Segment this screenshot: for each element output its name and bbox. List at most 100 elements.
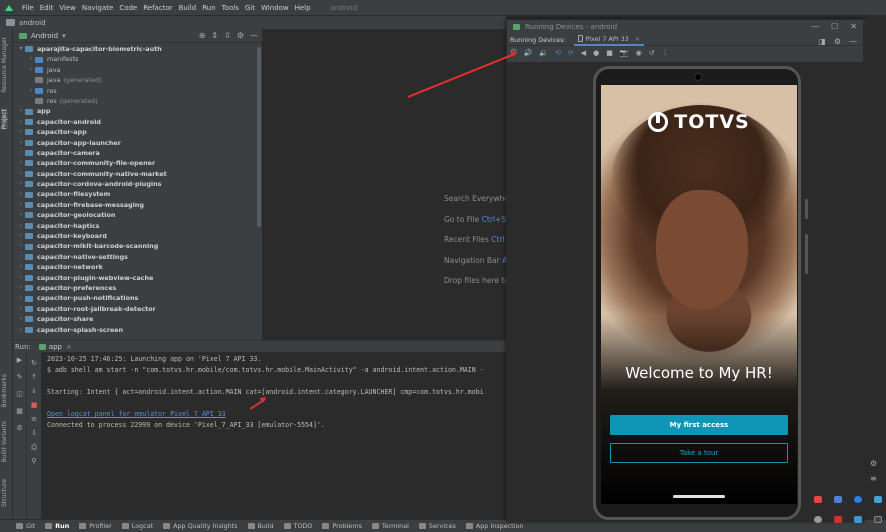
chevron-right-icon[interactable]: ›: [17, 241, 25, 251]
arrow-up-icon[interactable]: ↑: [30, 374, 38, 381]
tree-item[interactable]: › capacitor-community-file-opener: [13, 158, 262, 168]
app-screen[interactable]: TOTVS Welcome to My HR! My first access …: [601, 85, 797, 504]
tree-item[interactable]: › capacitor-network: [13, 262, 262, 272]
tree-item[interactable]: java (generated): [13, 75, 262, 85]
menu-lines-icon[interactable]: ≡: [870, 474, 877, 483]
chevron-right-icon[interactable]: ›: [17, 127, 25, 137]
tree-item[interactable]: › capacitor-haptics: [13, 221, 262, 231]
layout-icon[interactable]: ◨: [818, 37, 826, 46]
project-view-selector[interactable]: Android: [31, 32, 58, 40]
tree-item[interactable]: › manifests: [13, 54, 262, 64]
take-tour-button[interactable]: Take a tour: [610, 443, 788, 463]
rerun-icon[interactable]: ↻: [30, 360, 38, 367]
soft-wrap-icon[interactable]: ≡: [30, 416, 38, 423]
run-console[interactable]: 2023-10-25 17:46:25: Launching app on 'P…: [41, 352, 506, 519]
tool-window-logcat[interactable]: Logcat: [121, 522, 153, 530]
chevron-right-icon[interactable]: ›: [17, 210, 25, 220]
menu-help[interactable]: Help: [295, 4, 311, 12]
chevron-down-icon[interactable]: ▾: [62, 32, 66, 40]
pin-icon[interactable]: ⚲: [30, 458, 38, 465]
chevron-right-icon[interactable]: ›: [17, 221, 25, 231]
tool-window-todo[interactable]: TODO: [283, 522, 312, 530]
tray-app-icon[interactable]: [834, 516, 842, 523]
device-tab-pixel-7[interactable]: Pixel 7 API 33 ×: [573, 34, 645, 46]
tree-item[interactable]: › capacitor-share: [13, 314, 262, 324]
chevron-right-icon[interactable]: ›: [17, 252, 25, 262]
gear-icon[interactable]: ⚙: [237, 31, 244, 40]
chevron-right-icon[interactable]: ›: [17, 304, 25, 314]
scroll-end-icon[interactable]: ⇩: [30, 430, 38, 437]
run-tab-app[interactable]: app ×: [38, 343, 72, 351]
wrench-icon[interactable]: ✎: [13, 373, 26, 381]
rotate-right-icon[interactable]: ⟳: [568, 49, 574, 57]
chevron-right-icon[interactable]: ›: [17, 148, 25, 158]
tool-window-terminal[interactable]: Terminal: [371, 522, 409, 530]
chevron-right-icon[interactable]: ›: [17, 189, 25, 199]
chevron-right-icon[interactable]: ›: [17, 273, 25, 283]
tool-window-app-quality-insights[interactable]: App Quality Insights: [163, 522, 238, 530]
volume-up-icon[interactable]: 🔊: [524, 49, 533, 57]
print-icon[interactable]: ⎙: [30, 444, 38, 451]
layout-icon[interactable]: ▦: [13, 407, 26, 415]
chevron-right-icon[interactable]: ›: [17, 325, 25, 335]
tree-item[interactable]: › capacitor-app: [13, 127, 262, 137]
history-icon[interactable]: ↺: [649, 49, 655, 57]
gesture-nav-bar[interactable]: [673, 495, 725, 498]
chevron-right-icon[interactable]: ›: [17, 283, 25, 293]
tray-app-icon[interactable]: [854, 516, 862, 523]
chevron-right-icon[interactable]: ›: [17, 158, 25, 168]
chevron-right-icon[interactable]: ›: [17, 293, 25, 303]
phone-side-button[interactable]: [805, 199, 808, 219]
tree-item[interactable]: › app: [13, 106, 262, 116]
expand-all-icon[interactable]: ⇳: [224, 31, 231, 40]
phone-volume-button[interactable]: [805, 234, 808, 274]
home-icon[interactable]: ●: [593, 49, 599, 57]
tree-item[interactable]: › capacitor-native-settings: [13, 252, 262, 262]
volume-down-icon[interactable]: 🔉: [539, 49, 548, 57]
gear-icon[interactable]: ⚙: [834, 37, 841, 46]
chevron-right-icon[interactable]: ›: [17, 314, 25, 324]
tree-item[interactable]: › capacitor-app-launcher: [13, 138, 262, 148]
tool-window-git[interactable]: Git: [16, 522, 35, 530]
gear-icon[interactable]: ⚙: [13, 424, 26, 432]
screen-record-icon[interactable]: ◉: [636, 49, 642, 57]
rotate-left-icon[interactable]: ⟲: [555, 49, 561, 57]
camera-icon[interactable]: ◫: [13, 390, 26, 398]
target-icon[interactable]: ⊕: [199, 31, 206, 40]
tree-item[interactable]: › capacitor-android: [13, 117, 262, 127]
chevron-right-icon[interactable]: ›: [17, 117, 25, 127]
tree-item[interactable]: › capacitor-splash-screen: [13, 325, 262, 335]
tray-app-icon[interactable]: [814, 496, 822, 503]
tree-item[interactable]: ▾ aparajita-capacitor-biometric-auth: [13, 44, 262, 54]
chevron-right-icon[interactable]: ›: [17, 262, 25, 272]
tool-window-build[interactable]: Build: [247, 522, 274, 530]
menu-edit[interactable]: Edit: [40, 4, 54, 12]
maximize-window-icon[interactable]: ☐: [831, 22, 838, 31]
arrow-down-icon[interactable]: ↓: [30, 388, 38, 395]
tree-item[interactable]: res (generated): [13, 96, 262, 106]
minimize-icon[interactable]: —: [849, 37, 857, 46]
tree-item[interactable]: › capacitor-community-native-market: [13, 169, 262, 179]
breadcrumb-project[interactable]: android: [19, 19, 46, 27]
overview-icon[interactable]: ■: [606, 49, 613, 57]
back-icon[interactable]: ◀: [581, 49, 586, 57]
screenshot-icon[interactable]: 📷: [620, 49, 629, 57]
close-icon[interactable]: ×: [66, 343, 72, 351]
tree-item[interactable]: › capacitor-firebase-messaging: [13, 200, 262, 210]
collapse-all-icon[interactable]: ⇕: [211, 31, 218, 40]
close-window-icon[interactable]: ✕: [850, 22, 857, 31]
chevron-right-icon[interactable]: ›: [17, 231, 25, 241]
tree-item[interactable]: › capacitor-push-notifications: [13, 293, 262, 303]
tool-bookmarks[interactable]: Bookmarks: [1, 374, 8, 408]
tray-app-icon[interactable]: [814, 516, 822, 523]
tray-app-icon[interactable]: [874, 496, 882, 503]
chevron-right-icon[interactable]: ›: [27, 86, 35, 96]
tree-item[interactable]: › capacitor-geolocation: [13, 210, 262, 220]
tool-window-app-inspection[interactable]: App Inspection: [465, 522, 523, 530]
first-access-button[interactable]: My first access: [610, 415, 788, 435]
tool-window-services[interactable]: Services: [418, 522, 456, 530]
chevron-right-icon[interactable]: ›: [17, 138, 25, 148]
menu-view[interactable]: View: [59, 4, 76, 12]
tree-item[interactable]: › capacitor-cordova-android-plugins: [13, 179, 262, 189]
tool-build-variants[interactable]: Build Variants: [1, 421, 8, 462]
